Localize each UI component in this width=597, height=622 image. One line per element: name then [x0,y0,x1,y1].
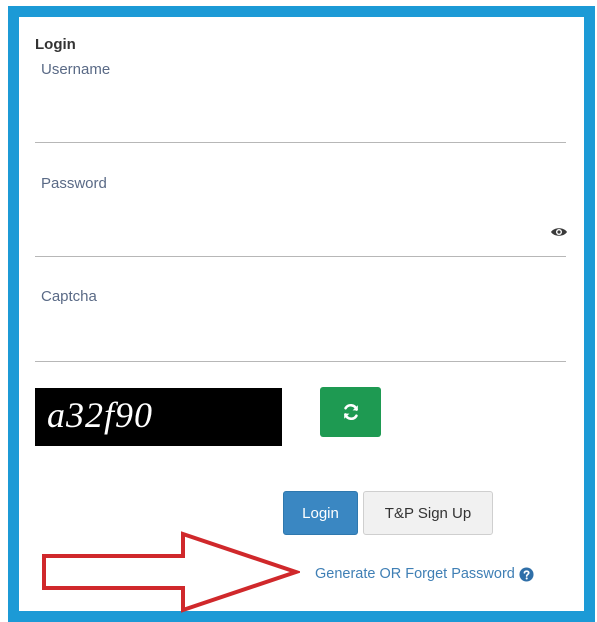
login-panel: Login Username Password Captcha a32f90 L… [8,6,595,622]
username-label: Username [41,61,111,78]
forgot-password-text: Generate OR Forget Password [315,566,515,582]
captcha-image: a32f90 [35,388,282,446]
captcha-underline [35,361,566,362]
captcha-label: Captcha [41,288,97,305]
username-underline [35,142,566,143]
form-title: Login [35,36,76,53]
annotation-arrow [42,531,300,613]
password-field[interactable] [41,220,541,246]
login-button[interactable]: Login [283,491,358,535]
refresh-icon [343,403,358,421]
question-circle-icon[interactable] [519,566,534,582]
password-label: Password [41,175,107,192]
refresh-captcha-button[interactable] [320,387,381,437]
username-field[interactable] [41,112,541,138]
eye-icon[interactable] [550,226,568,238]
captcha-text: a32f90 [47,395,154,435]
generate-forget-password-link[interactable]: Generate OR Forget Password [315,566,534,582]
captcha-field[interactable] [41,331,541,357]
password-underline [35,256,566,257]
tp-signup-button[interactable]: T&P Sign Up [363,491,493,535]
